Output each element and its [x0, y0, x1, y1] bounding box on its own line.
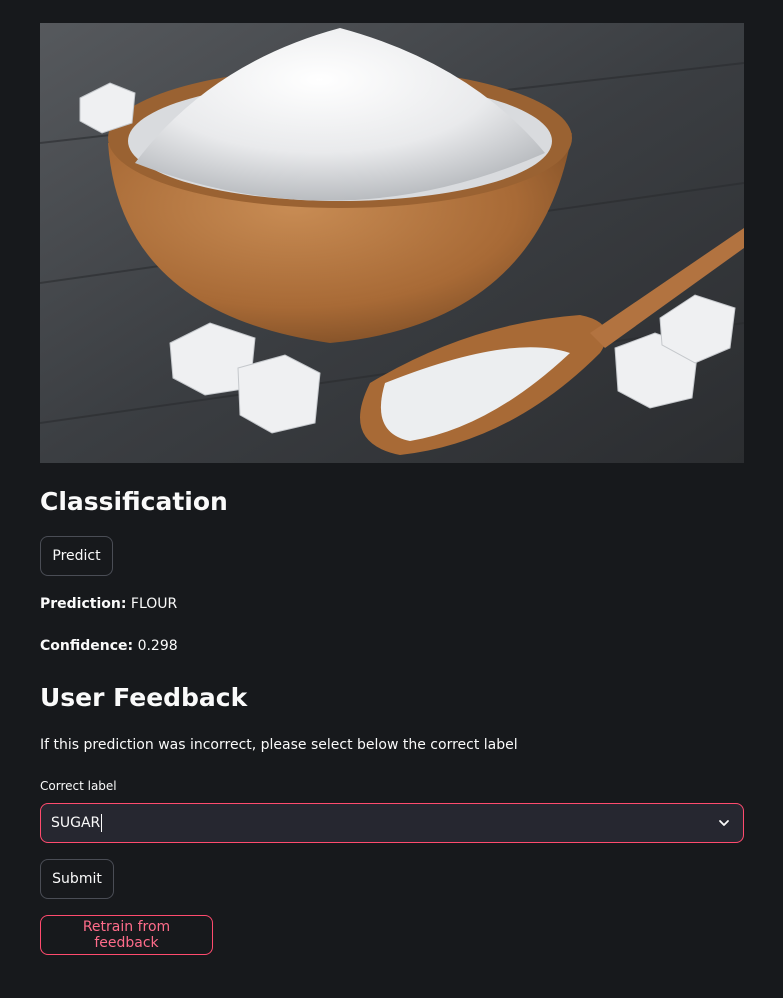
retrain-button[interactable]: Retrain from feedback	[40, 915, 213, 955]
selected-value: SUGAR	[51, 815, 101, 831]
main-content: Classification Predict Prediction: FLOUR…	[40, 23, 744, 955]
feedback-instruction: If this prediction was incorrect, please…	[40, 737, 518, 753]
confidence-result: Confidence: 0.298	[40, 638, 178, 654]
feedback-heading: User Feedback	[40, 683, 248, 712]
predict-button[interactable]: Predict	[40, 536, 113, 576]
correct-label-field-label: Correct label	[40, 779, 117, 793]
confidence-value: 0.298	[137, 638, 178, 654]
prediction-value: FLOUR	[130, 596, 178, 612]
prediction-result: Prediction: FLOUR	[40, 596, 177, 612]
text-caret	[101, 814, 103, 832]
chevron-down-icon[interactable]	[717, 816, 731, 830]
correct-label-select[interactable]: SUGAR	[40, 803, 744, 843]
select-value-wrap: SUGAR	[51, 814, 717, 832]
submit-button[interactable]: Submit	[40, 859, 114, 899]
uploaded-image	[40, 23, 744, 463]
prediction-key: Prediction:	[40, 596, 127, 612]
confidence-key: Confidence:	[40, 638, 134, 654]
classification-heading: Classification	[40, 487, 228, 516]
